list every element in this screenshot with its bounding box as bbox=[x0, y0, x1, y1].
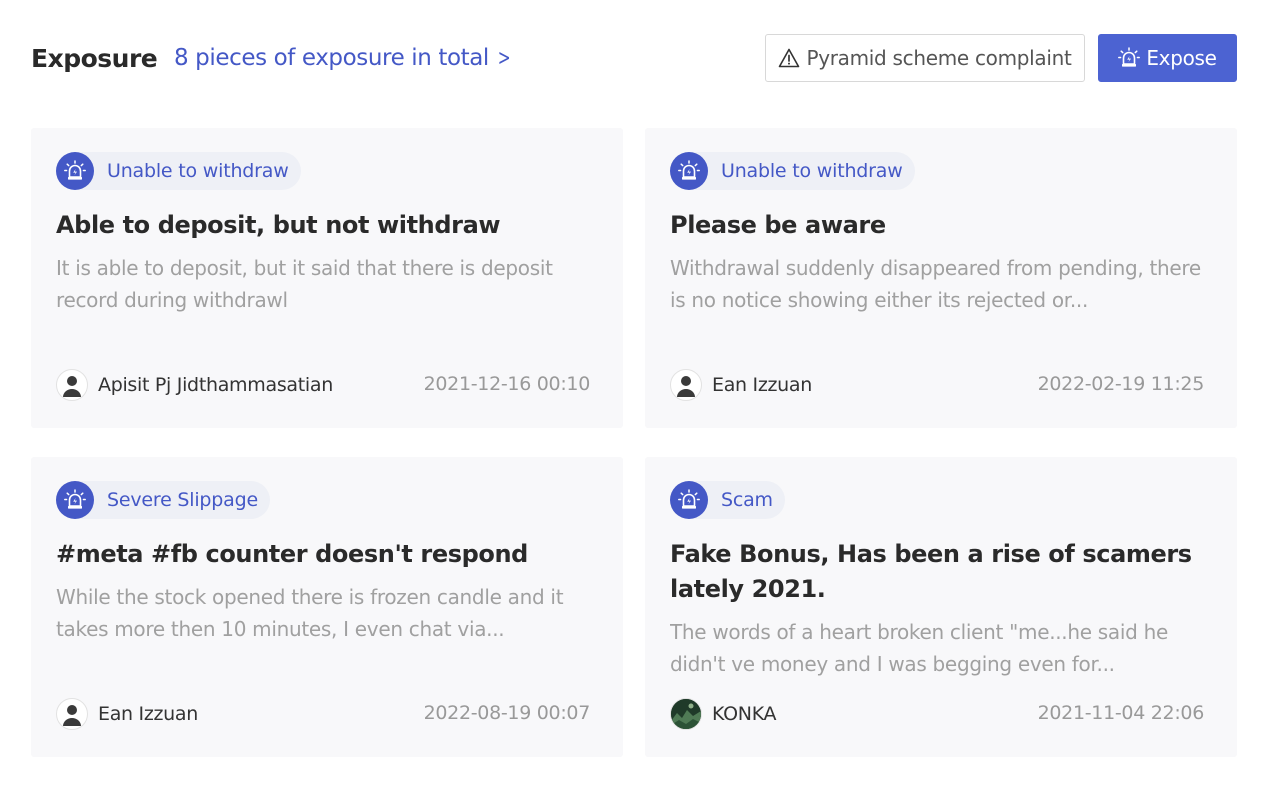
avatar bbox=[56, 698, 88, 730]
post-date: 2022-08-19 00:07 bbox=[423, 702, 591, 724]
card-title: #meta #fb counter doesn't respond bbox=[56, 540, 528, 568]
post-date: 2021-12-16 00:10 bbox=[423, 373, 591, 395]
author[interactable]: Ean Izzuan bbox=[670, 369, 812, 401]
profile-photo-icon bbox=[671, 699, 701, 729]
category-tag: Unable to withdraw bbox=[670, 152, 915, 190]
author-name: KONKA bbox=[712, 703, 777, 725]
user-silhouette-icon bbox=[677, 376, 695, 397]
card-title: Please be aware bbox=[670, 211, 886, 239]
exposure-total-label: 8 pieces of exposure in total bbox=[174, 45, 489, 71]
category-tag-label: Unable to withdraw bbox=[721, 160, 903, 182]
chevron-right-icon: > bbox=[497, 46, 511, 71]
category-tag: Scam bbox=[670, 481, 785, 519]
exposure-card[interactable]: Unable to withdraw Able to deposit, but … bbox=[31, 128, 623, 428]
user-silhouette-icon bbox=[63, 376, 81, 397]
exposure-card[interactable]: Unable to withdraw Please be aware Withd… bbox=[645, 128, 1237, 428]
category-tag-label: Unable to withdraw bbox=[107, 160, 289, 182]
card-description: The words of a heart broken client "me..… bbox=[670, 620, 1168, 676]
alarm-siren-icon bbox=[670, 481, 708, 519]
alarm-siren-icon bbox=[56, 481, 94, 519]
exposure-header: Exposure 8 pieces of exposure in total > … bbox=[31, 34, 1237, 82]
category-tag-label: Severe Slippage bbox=[107, 489, 258, 511]
author[interactable]: Ean Izzuan bbox=[56, 698, 198, 730]
card-title: Fake Bonus, Has been a rise of scamers l… bbox=[670, 540, 1192, 603]
alarm-siren-icon bbox=[1118, 47, 1141, 67]
pyramid-scheme-complaint-button[interactable]: Pyramid scheme complaint bbox=[765, 34, 1085, 82]
complaint-button-label: Pyramid scheme complaint bbox=[806, 46, 1072, 70]
expose-button-label: Expose bbox=[1146, 46, 1217, 70]
user-silhouette-icon bbox=[63, 705, 81, 726]
expose-button[interactable]: Expose bbox=[1098, 34, 1237, 82]
author-name: Ean Izzuan bbox=[712, 374, 813, 396]
category-tag-label: Scam bbox=[721, 489, 773, 511]
author[interactable]: Apisit Pj Jidthammasatian bbox=[56, 369, 333, 401]
alarm-siren-icon bbox=[56, 152, 94, 190]
category-tag: Severe Slippage bbox=[56, 481, 270, 519]
post-date: 2022-02-19 11:25 bbox=[1037, 373, 1205, 395]
card-description: While the stock opened there is frozen c… bbox=[56, 585, 564, 641]
warning-triangle-icon bbox=[779, 48, 800, 68]
author[interactable]: KONKA bbox=[670, 698, 777, 730]
card-description: Withdrawal suddenly disappeared from pen… bbox=[670, 256, 1201, 312]
author-name: Ean Izzuan bbox=[98, 703, 199, 725]
exposure-total-link[interactable]: 8 pieces of exposure in total > bbox=[174, 45, 513, 71]
page-title: Exposure bbox=[31, 44, 158, 73]
avatar bbox=[670, 698, 702, 730]
card-title: Able to deposit, but not withdraw bbox=[56, 211, 501, 239]
category-tag: Unable to withdraw bbox=[56, 152, 301, 190]
exposure-card[interactable]: Severe Slippage #meta #fb counter doesn'… bbox=[31, 457, 623, 757]
alarm-siren-icon bbox=[670, 152, 708, 190]
avatar bbox=[56, 369, 88, 401]
card-description: It is able to deposit, but it said that … bbox=[56, 256, 553, 312]
exposure-card[interactable]: Scam Fake Bonus, Has been a rise of scam… bbox=[645, 457, 1237, 757]
avatar bbox=[670, 369, 702, 401]
author-name: Apisit Pj Jidthammasatian bbox=[98, 374, 333, 396]
post-date: 2021-11-04 22:06 bbox=[1037, 702, 1205, 724]
